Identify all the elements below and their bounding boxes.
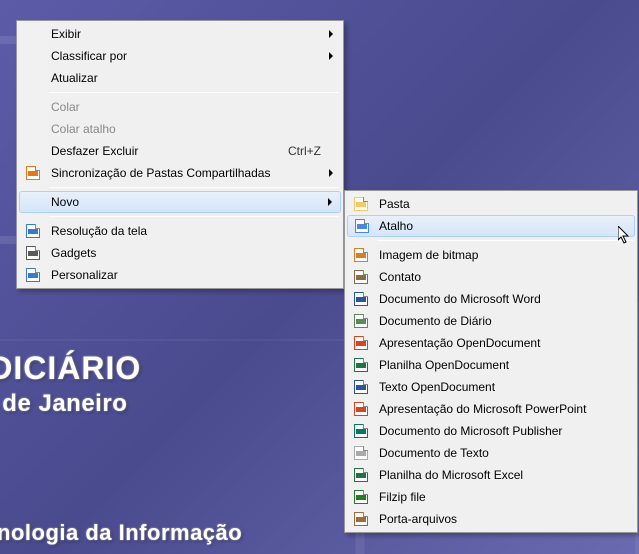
menu-item-imagem-de-bitmap[interactable]: Imagem de bitmap [347, 244, 635, 266]
atalho-icon [354, 218, 370, 234]
texto-opendocument-icon [353, 379, 369, 395]
apresenta-o-opendocument-icon [353, 335, 369, 351]
menu-item-colar-atalho: Colar atalho [19, 118, 341, 140]
bg-text-2: do do Rio de Janeiro [0, 390, 127, 418]
menu-item-documento-de-di-rio[interactable]: Documento de Diário [347, 310, 635, 332]
bg-text-3: al de Tecnologia da Informação [0, 520, 242, 546]
menu-item-gadgets[interactable]: Gadgets [19, 242, 341, 264]
menu-item-classificar-por[interactable]: Classificar por [19, 45, 341, 67]
contato-icon [353, 269, 369, 285]
menu-item-label: Texto OpenDocument [379, 380, 615, 394]
menu-item-label: Desfazer Excluir [51, 144, 288, 158]
menu-item-documento-de-texto[interactable]: Documento de Texto [347, 442, 635, 464]
menu-item-label: Novo [51, 195, 321, 209]
planilha-opendocument-icon [353, 357, 369, 373]
menu-item-exibir[interactable]: Exibir [19, 23, 341, 45]
documento-do-microsoft-publisher-icon [353, 423, 369, 439]
menu-item-accelerator: Ctrl+Z [288, 144, 321, 158]
menu-item-documento-do-microsoft-publisher[interactable]: Documento do Microsoft Publisher [347, 420, 635, 442]
submenu-arrow-icon [329, 30, 333, 38]
menu-item-label: Documento do Microsoft Word [379, 292, 615, 306]
menu-item-label: Documento de Diário [379, 314, 615, 328]
menu-item-atualizar[interactable]: Atualizar [19, 67, 341, 89]
filzip-file-icon [353, 489, 369, 505]
menu-item-label: Exibir [51, 27, 321, 41]
porta-arquivos-icon [353, 511, 369, 527]
documento-de-texto-icon [353, 445, 369, 461]
menu-item-resolu-o-da-tela[interactable]: Resolução da tela [19, 220, 341, 242]
menu-item-label: Imagem de bitmap [379, 248, 615, 262]
menu-item-label: Pasta [379, 197, 615, 211]
submenu-arrow-icon [329, 169, 333, 177]
menu-item-label: Documento de Texto [379, 446, 615, 460]
menu-item-apresenta-o-opendocument[interactable]: Apresentação OpenDocument [347, 332, 635, 354]
documento-de-di-rio-icon [353, 313, 369, 329]
menu-item-planilha-opendocument[interactable]: Planilha OpenDocument [347, 354, 635, 376]
menu-item-contato[interactable]: Contato [347, 266, 635, 288]
apresenta-o-do-microsoft-powerpoint-icon [353, 401, 369, 417]
submenu-arrow-icon [328, 198, 332, 206]
menu-item-label: Classificar por [51, 49, 321, 63]
menu-item-label: Resolução da tela [51, 224, 321, 238]
menu-item-sincroniza-o-de-pastas-compartilhadas[interactable]: Sincronização de Pastas Compartilhadas [19, 162, 341, 184]
imagem-de-bitmap-icon [353, 247, 369, 263]
menu-item-texto-opendocument[interactable]: Texto OpenDocument [347, 376, 635, 398]
resolu-o-da-tela-icon [25, 223, 41, 239]
menu-item-label: Sincronização de Pastas Compartilhadas [51, 166, 321, 180]
menu-item-label: Atalho [379, 219, 615, 233]
menu-item-filzip-file[interactable]: Filzip file [347, 486, 635, 508]
sincroniza-o-de-pastas-compartilhadas-icon [25, 165, 41, 181]
menu-item-colar: Colar [19, 96, 341, 118]
menu-item-desfazer-excluir[interactable]: Desfazer ExcluirCtrl+Z [19, 140, 341, 162]
pasta-icon [353, 196, 369, 212]
menu-item-pasta[interactable]: Pasta [347, 193, 635, 215]
menu-item-label: Personalizar [51, 268, 321, 282]
menu-item-documento-do-microsoft-word[interactable]: Documento do Microsoft Word [347, 288, 635, 310]
menu-separator [49, 216, 339, 217]
menu-item-label: Contato [379, 270, 615, 284]
menu-separator [377, 240, 633, 241]
menu-item-label: Atualizar [51, 71, 321, 85]
menu-item-atalho[interactable]: Atalho [347, 215, 635, 237]
menu-item-porta-arquivos[interactable]: Porta-arquivos [347, 508, 635, 530]
menu-item-label: Gadgets [51, 246, 321, 260]
menu-item-label: Planilha do Microsoft Excel [379, 468, 615, 482]
menu-item-apresenta-o-do-microsoft-powerpoint[interactable]: Apresentação do Microsoft PowerPoint [347, 398, 635, 420]
menu-item-label: Apresentação do Microsoft PowerPoint [379, 402, 615, 416]
documento-do-microsoft-word-icon [353, 291, 369, 307]
submenu-arrow-icon [329, 52, 333, 60]
menu-item-personalizar[interactable]: Personalizar [19, 264, 341, 286]
menu-item-planilha-do-microsoft-excel[interactable]: Planilha do Microsoft Excel [347, 464, 635, 486]
desktop-context-menu[interactable]: Exibir Classificar por Atualizar Colar Colar… [16, 20, 344, 289]
menu-item-label: Colar [51, 100, 321, 114]
menu-item-label: Porta-arquivos [379, 512, 615, 526]
menu-separator [49, 92, 339, 93]
personalizar-icon [25, 267, 41, 283]
menu-item-label: Colar atalho [51, 122, 321, 136]
menu-separator [49, 187, 339, 188]
menu-item-novo[interactable]: Novo [19, 191, 341, 213]
menu-item-label: Documento do Microsoft Publisher [379, 424, 615, 438]
gadgets-icon [25, 245, 41, 261]
novo-submenu[interactable]: Pasta Atalho Imagem de bitmap Contato Docume… [344, 190, 638, 533]
planilha-do-microsoft-excel-icon [353, 467, 369, 483]
menu-item-label: Planilha OpenDocument [379, 358, 615, 372]
menu-item-label: Apresentação OpenDocument [379, 336, 615, 350]
bg-text-1: ER JUDICIÁRIO [0, 350, 141, 387]
menu-item-label: Filzip file [379, 490, 615, 504]
